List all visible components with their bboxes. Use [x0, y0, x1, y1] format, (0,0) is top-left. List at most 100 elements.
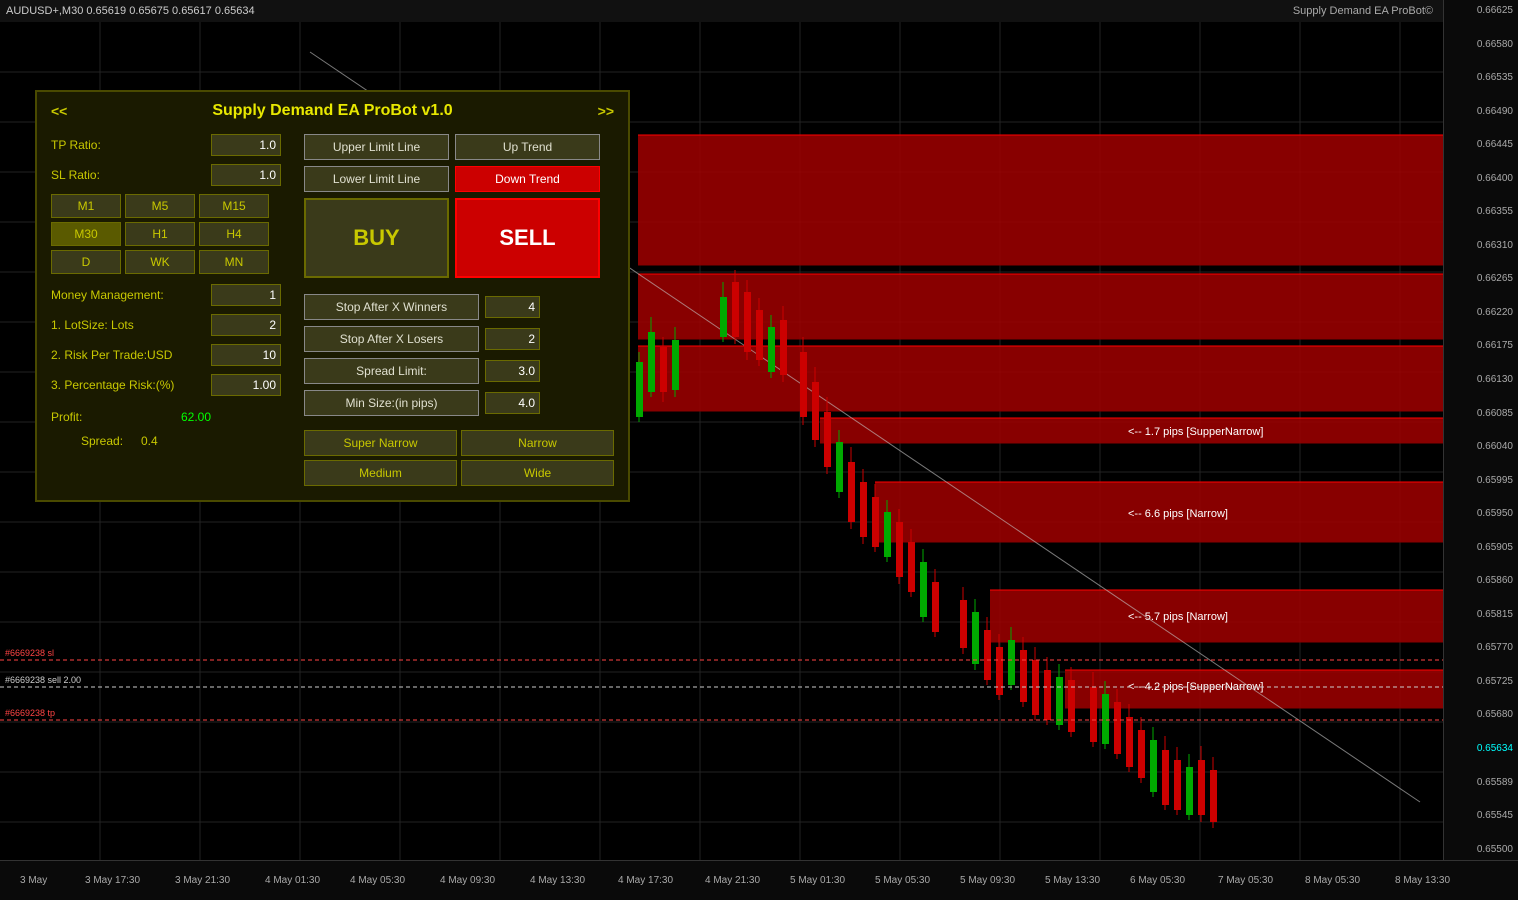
time-0: 3 May — [20, 875, 47, 886]
sl-ratio-row: SL Ratio: — [51, 164, 294, 186]
risk-usd-input[interactable] — [211, 344, 281, 366]
sl-label: #6669238 sl — [5, 648, 54, 658]
stop-winners-btn[interactable]: Stop After X Winners — [304, 294, 479, 320]
down-trend-btn[interactable]: Down Trend — [455, 166, 600, 192]
sl-ratio-label: SL Ratio: — [51, 168, 211, 182]
price-20: 0.65725 — [1446, 676, 1516, 687]
risk-usd-row: 2. Risk Per Trade:USD — [51, 344, 294, 366]
price-3: 0.66490 — [1446, 106, 1516, 117]
time-14: 7 May 05:30 — [1218, 875, 1273, 886]
lower-limit-btn[interactable]: Lower Limit Line — [304, 166, 449, 192]
price-8: 0.66265 — [1446, 273, 1516, 284]
zone-medium[interactable]: Medium — [304, 460, 457, 486]
price-5: 0.66400 — [1446, 173, 1516, 184]
price-0: 0.66625 — [1446, 5, 1516, 16]
zone-narrow[interactable]: Narrow — [461, 430, 614, 456]
upper-limit-btn[interactable]: Upper Limit Line — [304, 134, 449, 160]
price-13: 0.66040 — [1446, 441, 1516, 452]
tf-h4[interactable]: H4 — [199, 222, 269, 246]
time-5: 4 May 09:30 — [440, 875, 495, 886]
tp-ratio-input[interactable] — [211, 134, 281, 156]
spread-limit-btn[interactable]: Spread Limit: — [304, 358, 479, 384]
money-mgmt-row: Money Management: — [51, 284, 294, 306]
lot-size-input[interactable] — [211, 314, 281, 336]
tf-h1[interactable]: H1 — [125, 222, 195, 246]
money-mgmt-label: Money Management: — [51, 288, 211, 302]
panel-title: Supply Demand EA ProBot v1.0 — [212, 102, 452, 120]
tf-m15[interactable]: M15 — [199, 194, 269, 218]
price-12: 0.66085 — [1446, 408, 1516, 419]
price-17: 0.65860 — [1446, 575, 1516, 586]
price-15: 0.65950 — [1446, 508, 1516, 519]
time-8: 4 May 21:30 — [705, 875, 760, 886]
sell-label: #6669238 sell 2.00 — [5, 675, 81, 685]
ea-title: Supply Demand EA ProBot© — [1293, 5, 1433, 17]
tf-wk[interactable]: WK — [125, 250, 195, 274]
tf-m5[interactable]: M5 — [125, 194, 195, 218]
tf-m1[interactable]: M1 — [51, 194, 121, 218]
stop-losers-input[interactable] — [485, 328, 540, 350]
stop-winners-input[interactable] — [485, 296, 540, 318]
price-22: 0.65634 — [1446, 743, 1516, 754]
panel-header: << Supply Demand EA ProBot v1.0 >> — [51, 102, 614, 120]
tf-d[interactable]: D — [51, 250, 121, 274]
panel-nav-left[interactable]: << — [51, 103, 67, 119]
price-21: 0.65680 — [1446, 709, 1516, 720]
pct-risk-input[interactable] — [211, 374, 281, 396]
tf-mn[interactable]: MN — [199, 250, 269, 274]
stop-losers-btn[interactable]: Stop After X Losers — [304, 326, 479, 352]
symbol-label: AUDUSD+,M30 0.65619 0.65675 0.65617 0.65… — [6, 5, 255, 17]
profit-row: Profit: 62.00 — [51, 410, 294, 424]
price-4: 0.66445 — [1446, 139, 1516, 150]
header-bar: AUDUSD+,M30 0.65619 0.65675 0.65617 0.65… — [0, 0, 1443, 22]
price-axis: 0.66625 0.66580 0.66535 0.66490 0.66445 … — [1443, 0, 1518, 860]
price-9: 0.66220 — [1446, 307, 1516, 318]
zone-wide[interactable]: Wide — [461, 460, 614, 486]
time-15: 8 May 05:30 — [1305, 875, 1360, 886]
tf-m30[interactable]: M30 — [51, 222, 121, 246]
up-trend-btn[interactable]: Up Trend — [455, 134, 600, 160]
time-13: 6 May 05:30 — [1130, 875, 1185, 886]
sell-button[interactable]: SELL — [455, 198, 600, 278]
min-size-input[interactable] — [485, 392, 540, 414]
spread-value: 0.4 — [141, 434, 158, 448]
pct-risk-label: 3. Percentage Risk:(%) — [51, 378, 211, 392]
spread-limit-input[interactable] — [485, 360, 540, 382]
risk-usd-label: 2. Risk Per Trade:USD — [51, 348, 211, 362]
time-2: 3 May 21:30 — [175, 875, 230, 886]
time-axis: 3 May 3 May 17:30 3 May 21:30 4 May 01:3… — [0, 860, 1518, 900]
supply-zone-1 — [638, 135, 1443, 265]
time-3: 4 May 01:30 — [265, 875, 320, 886]
price-1: 0.66580 — [1446, 39, 1516, 50]
timeframe-grid: M1 M5 M15 M30 H1 H4 D WK MN — [51, 194, 294, 274]
time-16: 8 May 13:30 — [1395, 875, 1450, 886]
price-2: 0.66535 — [1446, 72, 1516, 83]
time-11: 5 May 09:30 — [960, 875, 1015, 886]
buy-button[interactable]: BUY — [304, 198, 449, 278]
trade-buttons: BUY SELL — [304, 198, 614, 278]
panel-nav-right[interactable]: >> — [598, 103, 614, 119]
price-11: 0.66130 — [1446, 374, 1516, 385]
time-4: 4 May 05:30 — [350, 875, 405, 886]
time-9: 5 May 01:30 — [790, 875, 845, 886]
price-25: 0.65500 — [1446, 844, 1516, 855]
profit-label: Profit: — [51, 410, 131, 424]
panel: << Supply Demand EA ProBot v1.0 >> TP Ra… — [35, 90, 630, 502]
tp-ratio-label: TP Ratio: — [51, 138, 211, 152]
min-size-btn[interactable]: Min Size:(in pips) — [304, 390, 479, 416]
zone-annotation-1: <-- 1.7 pips [SupperNarrow] — [1128, 426, 1263, 438]
price-19: 0.65770 — [1446, 642, 1516, 653]
spread-label: Spread: — [81, 434, 141, 448]
zone-super-narrow[interactable]: Super Narrow — [304, 430, 457, 456]
time-6: 4 May 13:30 — [530, 875, 585, 886]
time-1: 3 May 17:30 — [85, 875, 140, 886]
price-18: 0.65815 — [1446, 609, 1516, 620]
price-14: 0.65995 — [1446, 475, 1516, 486]
tp-label: #6669238 tp — [5, 708, 55, 718]
zone-annotation-2: <-- 6.6 pips [Narrow] — [1128, 508, 1228, 520]
money-mgmt-input[interactable] — [211, 284, 281, 306]
tp-ratio-row: TP Ratio: — [51, 134, 294, 156]
price-10: 0.66175 — [1446, 340, 1516, 351]
profit-value: 62.00 — [131, 410, 211, 424]
sl-ratio-input[interactable] — [211, 164, 281, 186]
